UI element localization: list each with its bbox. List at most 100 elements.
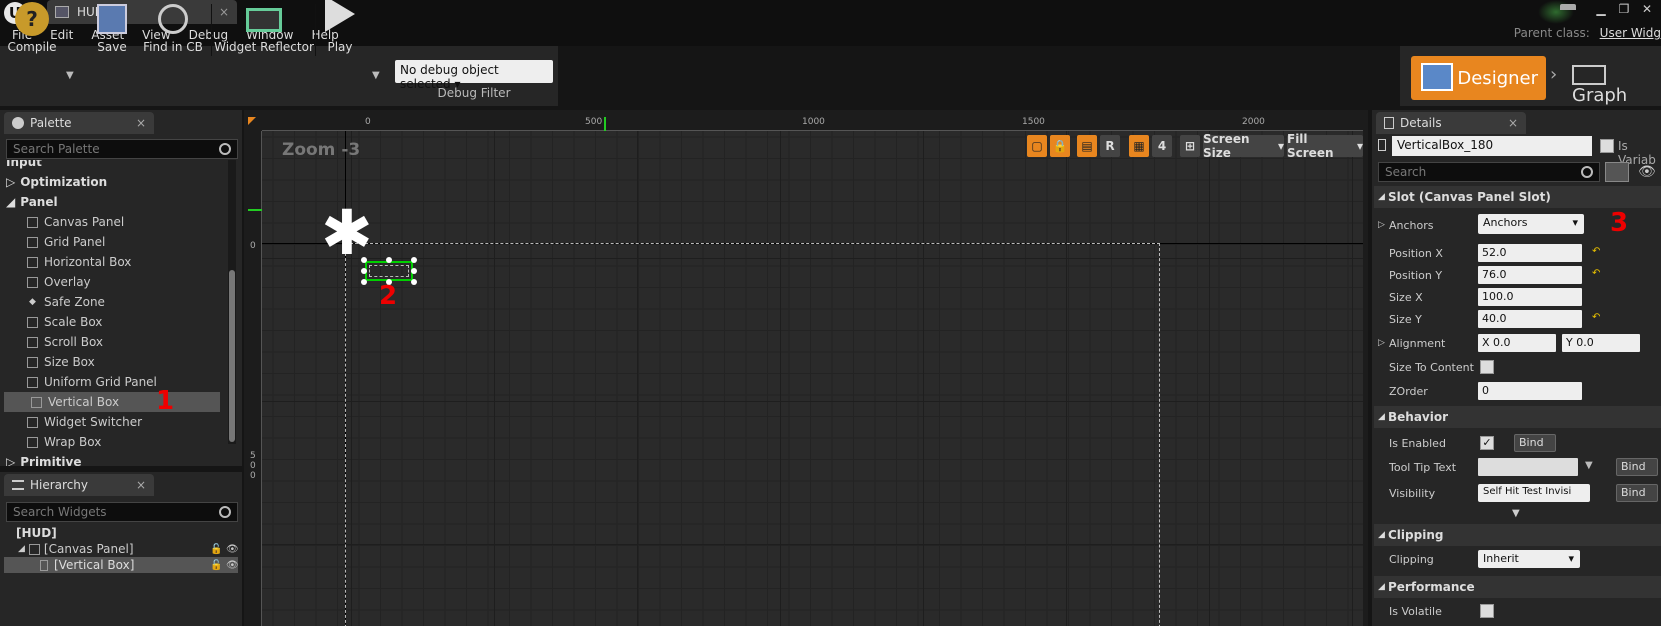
palette-item-horizontal-box[interactable]: Horizontal Box [0,252,230,272]
palette-scrollbar[interactable] [228,160,236,444]
palette-item-vertical-box[interactable]: Vertical Box [4,392,220,412]
is-enabled-bind-button[interactable]: Bind [1514,434,1556,452]
grid-size-button[interactable]: 4 [1152,135,1172,157]
save-button[interactable]: Save [90,0,134,60]
palette-category-primitive[interactable]: ▷ Primitive [6,452,230,466]
is-variable-checkbox[interactable] [1600,139,1614,153]
visibility-bind-button[interactable]: Bind [1616,484,1658,502]
scrollbar-thumb[interactable] [229,270,235,442]
close-icon[interactable]: × [1508,116,1518,130]
resize-handle[interactable] [361,279,367,285]
eye-icon[interactable]: 👁 [1638,164,1656,180]
play-options-chevron-icon[interactable]: ▼ [372,70,380,81]
grid-snap-icon[interactable]: ▦ [1129,135,1149,157]
palette-item-safe-zone[interactable]: ◆ Safe Zone [0,292,230,312]
resize-handle[interactable] [361,268,367,274]
chevron-down-icon[interactable]: ▼ [1585,460,1593,471]
hierarchy-tab[interactable]: Hierarchy × [4,474,154,496]
design-canvas[interactable]: ✱ 2 [262,131,1363,626]
position-x-input[interactable]: 52.0 [1478,244,1582,262]
advanced-expand-icon[interactable]: ▼ [1512,508,1520,519]
palette-item-widget-switcher[interactable]: Widget Switcher [0,412,230,432]
graph-mode-button[interactable]: Graph [1572,64,1661,106]
tooltip-bind-button[interactable]: Bind [1616,458,1658,476]
size-to-content-checkbox[interactable] [1480,360,1494,374]
palette-item-size-box[interactable]: Size Box [0,352,230,372]
is-volatile-checkbox[interactable] [1480,604,1494,618]
palette-category-optimization[interactable]: ▷ Optimization [6,172,230,192]
palette-item-overlay[interactable]: Overlay [0,272,230,292]
eye-icon[interactable]: 👁 [226,544,239,555]
anchor-flower-icon[interactable]: ✱ [317,202,377,264]
graduation-cap-icon[interactable] [1560,4,1576,16]
reset-arrow-icon[interactable]: ↶ [1592,246,1600,257]
close-icon[interactable]: × [136,478,146,492]
hierarchy-vertical-box[interactable]: [Vertical Box] [4,557,238,573]
hierarchy-root[interactable]: [HUD] [16,526,57,540]
palette-item-scroll-box[interactable]: Scroll Box [0,332,230,352]
palette-item-canvas-panel[interactable]: Canvas Panel [0,212,230,232]
layout-toggle-icon[interactable]: ▤ [1077,135,1097,157]
find-in-cb-button[interactable]: Find in CB [140,0,206,60]
size-x-input[interactable]: 100.0 [1478,288,1582,306]
screen-size-dropdown[interactable]: Screen Size ▾ [1203,132,1284,160]
clipping-dropdown[interactable]: Inherit ▾ [1478,550,1580,568]
fill-screen-dropdown[interactable]: Fill Screen ▾ [1287,132,1363,160]
widget-reflector-button[interactable]: Widget Reflector [214,0,314,60]
resize-handle[interactable] [386,257,392,263]
zorder-input[interactable]: 0 [1478,382,1582,400]
close-window-icon[interactable]: ✕ [1637,2,1657,18]
lock-toggle-icon[interactable]: 🔒 [1050,135,1070,157]
palette-item-uniform-grid-panel[interactable]: Uniform Grid Panel [0,372,230,392]
vertical-box-selection[interactable] [365,261,413,281]
resize-handle[interactable] [411,279,417,285]
alignment-y-input[interactable]: Y 0.0 [1562,334,1640,352]
lock-icon[interactable]: 🔓 [210,544,222,555]
palette-tab[interactable]: Palette × [4,112,154,134]
palette-category-input[interactable]: Input [6,160,230,172]
close-icon[interactable]: × [136,116,146,130]
palette-item-wrap-box[interactable]: Wrap Box [0,432,230,452]
respect-locks-button[interactable]: R [1100,135,1120,157]
expand-arrow-icon[interactable]: ▷ [1378,338,1385,348]
performance-section-header[interactable]: ◢ Performance [1374,576,1661,598]
palette-item-grid-panel[interactable]: Grid Panel [0,232,230,252]
compile-options-chevron-icon[interactable]: ▼ [66,70,74,81]
outline-toggle-icon[interactable]: ▢ [1027,135,1047,157]
resize-handle[interactable] [361,257,367,263]
debug-object-dropdown[interactable]: No debug object selected ▾ [395,60,553,91]
behavior-section-header[interactable]: ◢ Behavior [1374,406,1661,428]
alignment-x-input[interactable]: X 0.0 [1478,334,1556,352]
expand-arrow-icon[interactable]: ▷ [1378,220,1385,230]
resize-handle[interactable] [411,257,417,263]
palette-search-input[interactable]: Search Palette [6,139,238,159]
dpi-scale-icon[interactable]: ⊞ [1180,135,1200,157]
anchors-dropdown[interactable]: Anchors ▾ [1478,214,1584,234]
resize-handle[interactable] [411,268,417,274]
parent-class-link[interactable]: User Widg [1600,26,1661,40]
tooltip-input[interactable] [1478,458,1578,476]
hierarchy-canvas-panel[interactable]: ◢ [Canvas Panel] [18,542,134,556]
reset-arrow-icon[interactable]: ↶ [1592,268,1600,279]
play-button[interactable]: Play [318,0,362,60]
details-tab[interactable]: Details × [1376,112,1526,134]
reset-arrow-icon[interactable]: ↶ [1592,312,1600,323]
hierarchy-search-input[interactable]: Search Widgets [6,502,238,522]
lock-icon[interactable]: 🔓 [210,560,222,571]
property-matrix-icon[interactable] [1605,162,1629,182]
widget-name-input[interactable]: VerticalBox_180 [1392,136,1592,156]
restore-icon[interactable]: ❐ [1614,2,1634,18]
clipping-section-header[interactable]: ◢ Clipping [1374,524,1661,546]
position-y-input[interactable]: 76.0 [1478,266,1582,284]
is-enabled-checkbox[interactable]: ✓ [1480,436,1494,450]
visibility-dropdown[interactable]: Self Hit Test Invisi [1478,484,1590,502]
slot-section-header[interactable]: ◢ Slot (Canvas Panel Slot) [1374,186,1661,208]
designer-mode-button[interactable]: Designer [1411,56,1546,100]
palette-list[interactable]: Input ▷ Optimization ◢ Panel Canvas Panel … [0,160,230,466]
compile-button[interactable]: ? Compile [4,0,60,60]
size-y-input[interactable]: 40.0 [1478,310,1582,328]
minimize-icon[interactable]: ▁ [1591,2,1611,18]
palette-item-scale-box[interactable]: Scale Box [0,312,230,332]
eye-icon[interactable]: 👁 [226,560,239,571]
palette-category-panel[interactable]: ◢ Panel [6,192,230,212]
